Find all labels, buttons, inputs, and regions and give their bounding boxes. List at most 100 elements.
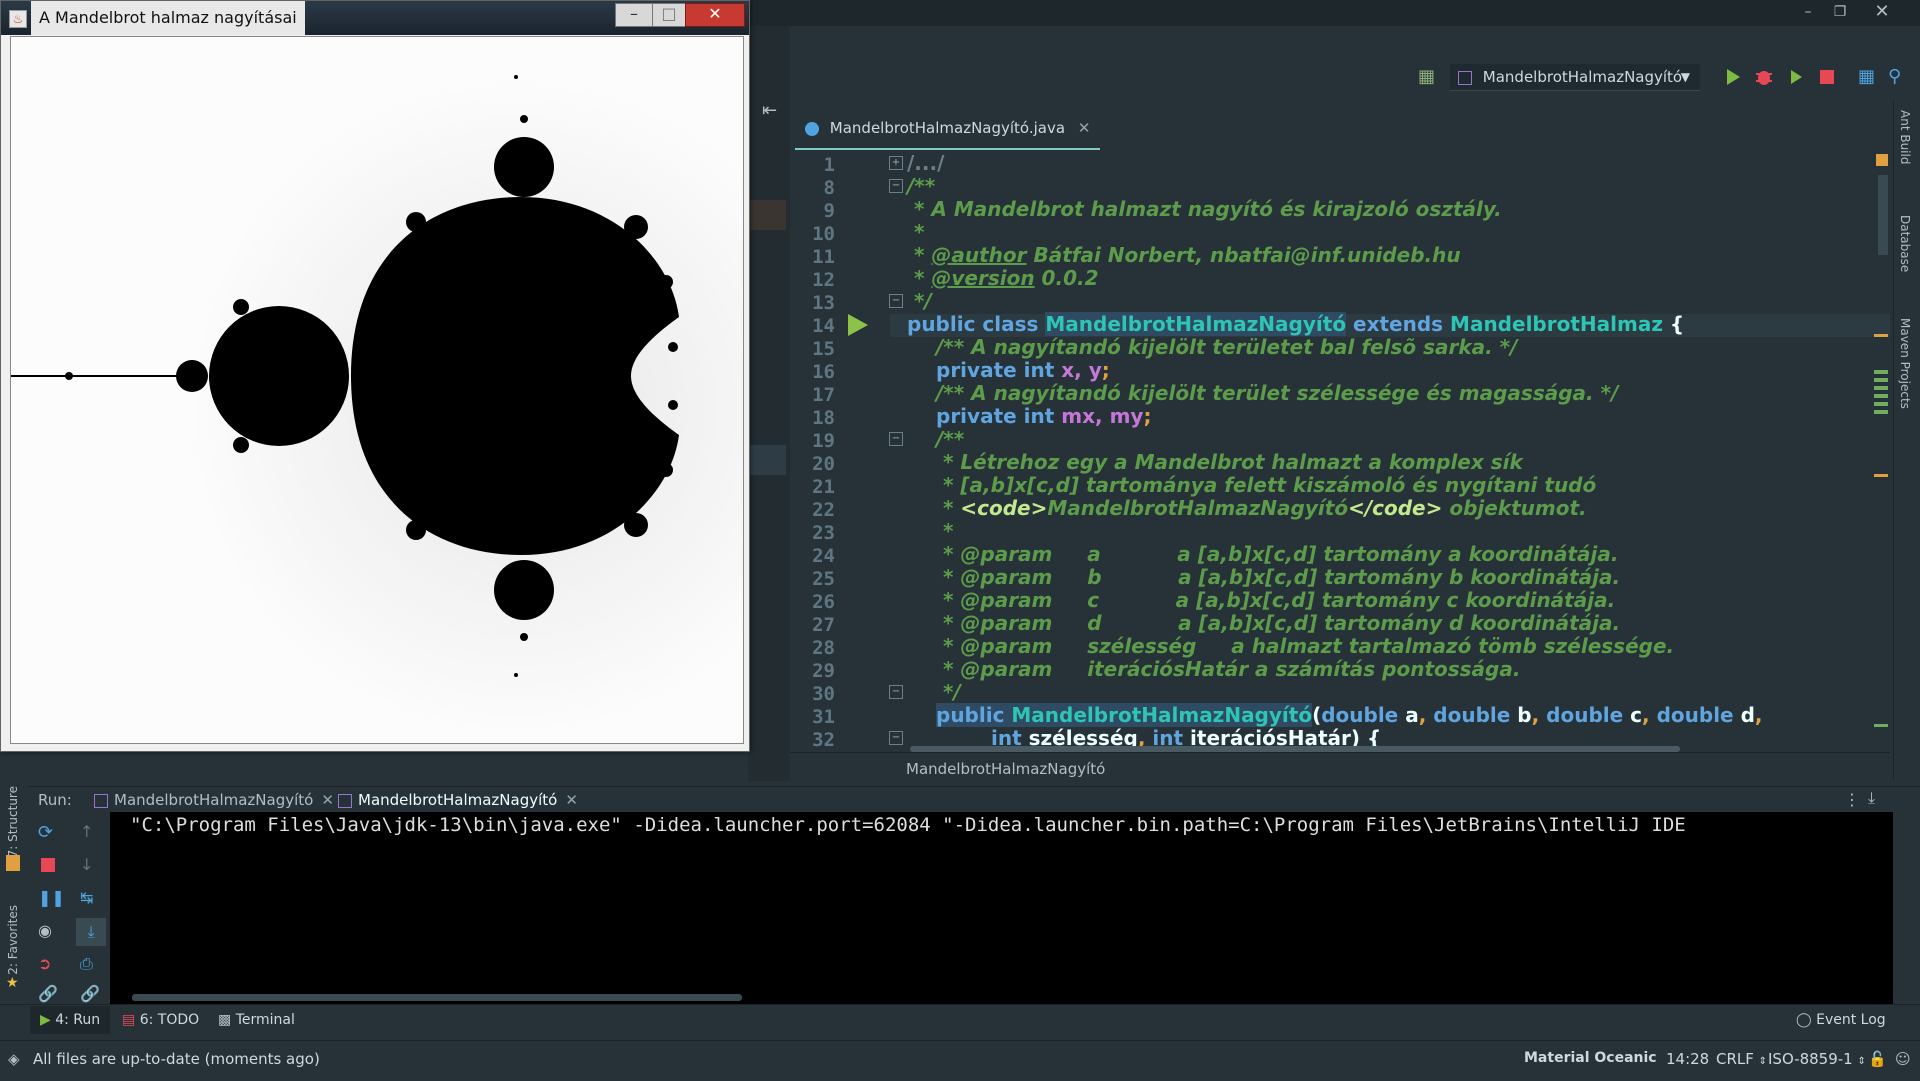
breadcrumb[interactable]: MandelbrotHalmazNagyító xyxy=(906,760,1105,778)
file-encoding[interactable]: ISO-8859-1 ⇕ xyxy=(1768,1050,1866,1068)
fold-collapse-icon[interactable]: − xyxy=(889,685,903,699)
java-frame-title: A Mandelbrot halmaz nagyításai xyxy=(31,1,305,35)
line-number: 15 xyxy=(812,338,835,360)
code-line: * @param d a [a,b]x[c,d] tartomány d koo… xyxy=(936,611,1621,635)
java-minimize-button[interactable]: – xyxy=(615,3,653,27)
layout-icon[interactable]: ▦ xyxy=(1858,66,1880,88)
arrow-down-icon[interactable]: ↓ xyxy=(80,855,104,879)
code-line: * @param a a [a,b]x[c,d] tartomány a koo… xyxy=(936,542,1619,566)
more-options-icon[interactable]: ⋮ xyxy=(1844,790,1860,809)
code-line: * @param szélesség a halmazt tartalmazó … xyxy=(936,634,1675,658)
code-line: * [a,b]x[c,d] tartománya felett kiszámol… xyxy=(936,473,1597,497)
rerun-icon[interactable]: ⟳ xyxy=(38,822,62,846)
line-number: 12 xyxy=(812,269,835,291)
line-number: 23 xyxy=(812,522,835,544)
code-line: /** xyxy=(907,174,936,198)
line-number: 17 xyxy=(812,384,835,406)
line-number: 8 xyxy=(823,177,835,199)
line-separator[interactable]: CRLF ⇕ xyxy=(1716,1050,1767,1068)
error-stripe-marker[interactable] xyxy=(1874,724,1888,727)
theme-indicator[interactable]: Material Oceanic xyxy=(1524,1050,1657,1066)
run-coverage-icon[interactable] xyxy=(1785,66,1807,88)
code-line: /** xyxy=(936,427,965,451)
project-panel-strip xyxy=(748,26,790,781)
run-icon[interactable] xyxy=(1722,66,1744,88)
tool-window-database[interactable]: Database xyxy=(1898,215,1912,272)
scroll-to-end-icon[interactable]: ⤓ xyxy=(76,918,106,946)
hide-panel-icon[interactable]: ⤓ xyxy=(1868,788,1875,808)
project-structure-icon[interactable]: ▦ xyxy=(1418,66,1440,88)
close-button[interactable]: ✕ xyxy=(1866,0,1898,24)
error-stripe-marker[interactable] xyxy=(1874,334,1888,337)
inspection-status-icon[interactable] xyxy=(1876,154,1888,166)
arrow-up-icon[interactable]: ↑ xyxy=(80,822,104,846)
fold-collapse-icon[interactable]: − xyxy=(889,432,903,446)
line-number-gutter: 1 8 9 10 11 12 13 14 15 16 17 18 19 20 2… xyxy=(790,150,890,755)
tool-tab-todo[interactable]: ▤ 6: TODO xyxy=(122,1012,199,1028)
run-tab-label: MandelbrotHalmazNagyító xyxy=(358,791,558,809)
print-icon[interactable]: ⎙ xyxy=(80,954,104,978)
java-close-button[interactable]: ✕ xyxy=(685,3,745,27)
stop-icon[interactable] xyxy=(38,855,62,879)
maximize-button[interactable]: ❐ xyxy=(1824,0,1856,24)
editor-vertical-scrollbar[interactable] xyxy=(1878,175,1888,255)
line-number: 14 xyxy=(812,315,835,337)
line-number: 25 xyxy=(812,568,835,590)
run-panel-label: Run: xyxy=(38,791,72,809)
collapse-panel-icon[interactable]: ⇤ xyxy=(762,100,777,121)
status-message[interactable]: All files are up-to-date (moments ago) xyxy=(33,1050,320,1068)
close-tab-icon[interactable]: ✕ xyxy=(565,791,578,809)
console-horizontal-scrollbar[interactable] xyxy=(132,994,742,1001)
fold-collapse-icon[interactable]: − xyxy=(889,731,903,745)
tool-tab-event-log[interactable]: ◯ Event Log xyxy=(1796,1012,1886,1028)
run-gutter-icon[interactable] xyxy=(846,312,870,342)
java-frame[interactable]: ♨ A Mandelbrot halmaz nagyításai – □ ✕ xyxy=(0,0,750,752)
project-panel-selection xyxy=(748,445,786,475)
tool-window-structure[interactable]: 7: Structure xyxy=(6,786,20,857)
code-line: * xyxy=(907,220,925,244)
stop-icon[interactable] xyxy=(1816,66,1838,88)
mandelbrot-canvas[interactable] xyxy=(10,36,744,744)
folded-imports[interactable]: /.../ xyxy=(907,152,944,175)
app-icon xyxy=(338,793,352,808)
tool-tab-terminal[interactable]: ▩ Terminal xyxy=(218,1012,295,1028)
fold-expand-icon[interactable]: + xyxy=(889,156,903,170)
close-tab-icon[interactable]: ✕ xyxy=(321,791,334,809)
search-icon[interactable]: ⚲ xyxy=(1888,66,1910,88)
error-stripe-marker[interactable] xyxy=(1874,370,1888,415)
fold-collapse-icon[interactable]: − xyxy=(889,179,903,193)
run-configuration-select[interactable]: MandelbrotHalmazNagyító ▼ xyxy=(1450,64,1700,91)
fold-collapse-icon[interactable]: − xyxy=(889,294,903,308)
soft-wrap-icon[interactable]: ↹ xyxy=(80,888,104,912)
tool-tab-run[interactable]: ▶ 4: Run xyxy=(30,1006,111,1034)
run-tab[interactable]: MandelbrotHalmazNagyító ✕ xyxy=(94,786,334,814)
tool-window-favorites[interactable]: 2: Favorites xyxy=(6,905,20,975)
pause-icon[interactable]: ❚❚ xyxy=(38,888,65,912)
tool-window-ant-build[interactable]: Ant Build xyxy=(1898,110,1912,164)
line-number: 11 xyxy=(812,246,835,268)
lock-icon[interactable]: 🔓 xyxy=(1868,1050,1887,1068)
debug-icon[interactable] xyxy=(1753,66,1775,88)
camera-icon[interactable]: ◉ xyxy=(38,921,62,945)
terminal-icon: ▩ xyxy=(218,1012,232,1028)
tool-window-maven[interactable]: Maven Projects xyxy=(1898,318,1912,409)
error-stripe-marker[interactable] xyxy=(1874,474,1888,477)
minimize-button[interactable]: – xyxy=(1792,0,1824,24)
code-line: */ xyxy=(907,289,932,313)
close-tab-icon[interactable]: ✕ xyxy=(1078,119,1091,137)
exit-icon[interactable]: ➲ xyxy=(38,954,62,978)
java-maximize-button[interactable]: □ xyxy=(652,3,686,27)
line-number: 10 xyxy=(812,223,835,245)
code-line: * xyxy=(936,519,954,543)
console-output[interactable] xyxy=(110,812,1893,1004)
line-number: 27 xyxy=(812,614,835,636)
caret-position[interactable]: 14:28 xyxy=(1666,1050,1709,1068)
run-tab-label: MandelbrotHalmazNagyító xyxy=(114,791,314,809)
line-number: 22 xyxy=(812,499,835,521)
todo-icon: ▤ xyxy=(122,1012,136,1028)
line-number: 19 xyxy=(812,430,835,452)
inspector-icon[interactable]: ☺ xyxy=(1895,1050,1911,1068)
line-number: 13 xyxy=(812,292,835,314)
editor-tab-file[interactable]: MandelbrotHalmazNagyító.java ✕ xyxy=(795,110,1101,150)
layers-icon[interactable]: ◈ xyxy=(8,1050,20,1068)
